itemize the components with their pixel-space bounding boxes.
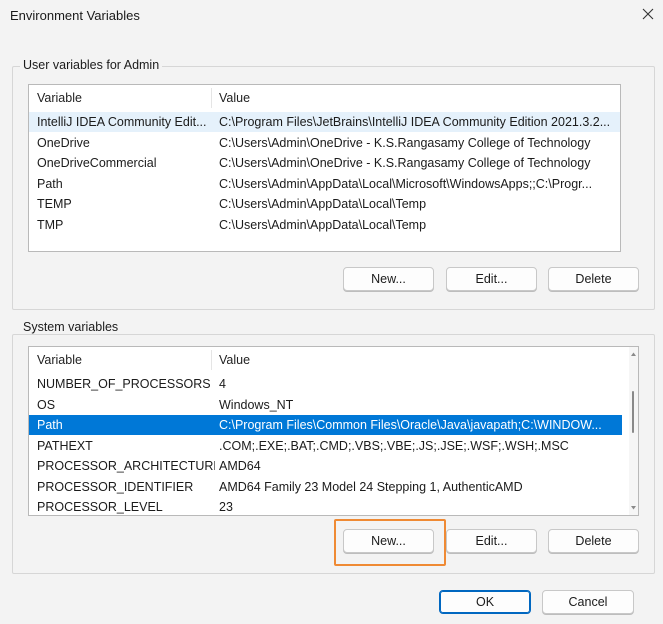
variable-name: PROCESSOR_IDENTIFIER bbox=[37, 480, 194, 494]
table-row[interactable]: Path C:\Users\Admin\AppData\Local\Micros… bbox=[29, 174, 620, 194]
variable-value: C:\Users\Admin\AppData\Local\Temp bbox=[219, 197, 427, 211]
variable-name: IntelliJ IDEA Community Edit... bbox=[37, 115, 207, 129]
table-row[interactable]: TMP C:\Users\Admin\AppData\Local\Temp bbox=[29, 215, 620, 235]
variable-value: C:\Program Files\JetBrains\IntelliJ IDEA… bbox=[219, 115, 611, 129]
system-variables-label: System variables bbox=[20, 320, 122, 334]
variable-value: AMD64 Family 23 Model 24 Stepping 1, Aut… bbox=[219, 480, 523, 494]
list-header: Variable Value bbox=[29, 88, 620, 108]
user-new-button[interactable]: New... bbox=[343, 267, 434, 291]
variable-value: C:\Users\Admin\AppData\Local\Temp bbox=[219, 218, 427, 232]
variable-value: .COM;.EXE;.BAT;.CMD;.VBS;.VBE;.JS;.JSE;.… bbox=[219, 439, 569, 453]
table-row[interactable]: PATHEXT .COM;.EXE;.BAT;.CMD;.VBS;.VBE;.J… bbox=[29, 436, 622, 456]
variable-value: AMD64 bbox=[219, 459, 261, 473]
table-row[interactable]: OS Windows_NT bbox=[29, 395, 622, 415]
variable-value: C:\Program Files\Common Files\Oracle\Jav… bbox=[219, 418, 602, 432]
close-icon bbox=[642, 8, 654, 20]
table-row[interactable]: TEMP C:\Users\Admin\AppData\Local\Temp bbox=[29, 194, 620, 214]
column-separator[interactable] bbox=[211, 88, 212, 108]
variable-name: NUMBER_OF_PROCESSORS bbox=[37, 377, 211, 391]
vertical-scrollbar[interactable] bbox=[629, 347, 638, 515]
column-header-variable[interactable]: Variable bbox=[37, 88, 215, 108]
variable-name: PROCESSOR_LEVEL bbox=[37, 500, 163, 514]
scroll-up-arrow-icon[interactable] bbox=[629, 350, 638, 358]
table-row-selected[interactable]: Path C:\Program Files\Common Files\Oracl… bbox=[29, 415, 622, 435]
table-row[interactable]: IntelliJ IDEA Community Edit... C:\Progr… bbox=[29, 112, 620, 132]
cancel-button[interactable]: Cancel bbox=[542, 590, 634, 614]
close-button[interactable] bbox=[636, 2, 660, 26]
column-header-value[interactable]: Value bbox=[219, 88, 616, 108]
table-row[interactable]: OneDrive C:\Users\Admin\OneDrive - K.S.R… bbox=[29, 133, 620, 153]
user-variables-label: User variables for Admin bbox=[20, 58, 163, 72]
scroll-down-arrow-icon[interactable] bbox=[629, 504, 638, 512]
table-row[interactable]: NUMBER_OF_PROCESSORS 4 bbox=[29, 374, 622, 394]
variable-value: 4 bbox=[219, 377, 226, 391]
variable-name: OneDriveCommercial bbox=[37, 156, 157, 170]
variable-name: OS bbox=[37, 398, 56, 412]
system-new-button[interactable]: New... bbox=[343, 529, 434, 553]
user-delete-button[interactable]: Delete bbox=[548, 267, 639, 291]
column-header-value[interactable]: Value bbox=[219, 350, 634, 370]
system-delete-button[interactable]: Delete bbox=[548, 529, 639, 553]
table-row[interactable]: OneDriveCommercial C:\Users\Admin\OneDri… bbox=[29, 153, 620, 173]
system-variables-list[interactable]: Variable Value NUMBER_OF_PROCESSORS 4 OS… bbox=[28, 346, 639, 516]
list-header: Variable Value bbox=[29, 350, 638, 370]
user-edit-button[interactable]: Edit... bbox=[446, 267, 537, 291]
variable-name: Path bbox=[37, 177, 63, 191]
window-title: Environment Variables bbox=[10, 8, 140, 23]
user-variables-list[interactable]: Variable Value IntelliJ IDEA Community E… bbox=[28, 84, 621, 252]
variable-value: C:\Users\Admin\OneDrive - K.S.Rangasamy … bbox=[219, 156, 591, 170]
table-row[interactable]: PROCESSOR_LEVEL 23 bbox=[29, 497, 622, 515]
column-separator[interactable] bbox=[211, 350, 212, 370]
variable-name: TMP bbox=[37, 218, 64, 232]
variable-name: PROCESSOR_ARCHITECTURE bbox=[37, 459, 215, 473]
variable-name: PATHEXT bbox=[37, 439, 93, 453]
table-row[interactable]: PROCESSOR_ARCHITECTURE AMD64 bbox=[29, 456, 622, 476]
variable-value: C:\Users\Admin\OneDrive - K.S.Rangasamy … bbox=[219, 136, 591, 150]
scrollbar-thumb[interactable] bbox=[632, 391, 634, 433]
system-edit-button[interactable]: Edit... bbox=[446, 529, 537, 553]
variable-name: OneDrive bbox=[37, 136, 90, 150]
variable-value: C:\Users\Admin\AppData\Local\Microsoft\W… bbox=[219, 177, 593, 191]
variable-name: Path bbox=[37, 418, 63, 432]
variable-value: 23 bbox=[219, 500, 233, 514]
table-row[interactable]: PROCESSOR_IDENTIFIER AMD64 Family 23 Mod… bbox=[29, 477, 622, 497]
variable-name: TEMP bbox=[37, 197, 72, 211]
column-header-variable[interactable]: Variable bbox=[37, 350, 215, 370]
ok-button[interactable]: OK bbox=[439, 590, 531, 614]
variable-value: Windows_NT bbox=[219, 398, 294, 412]
